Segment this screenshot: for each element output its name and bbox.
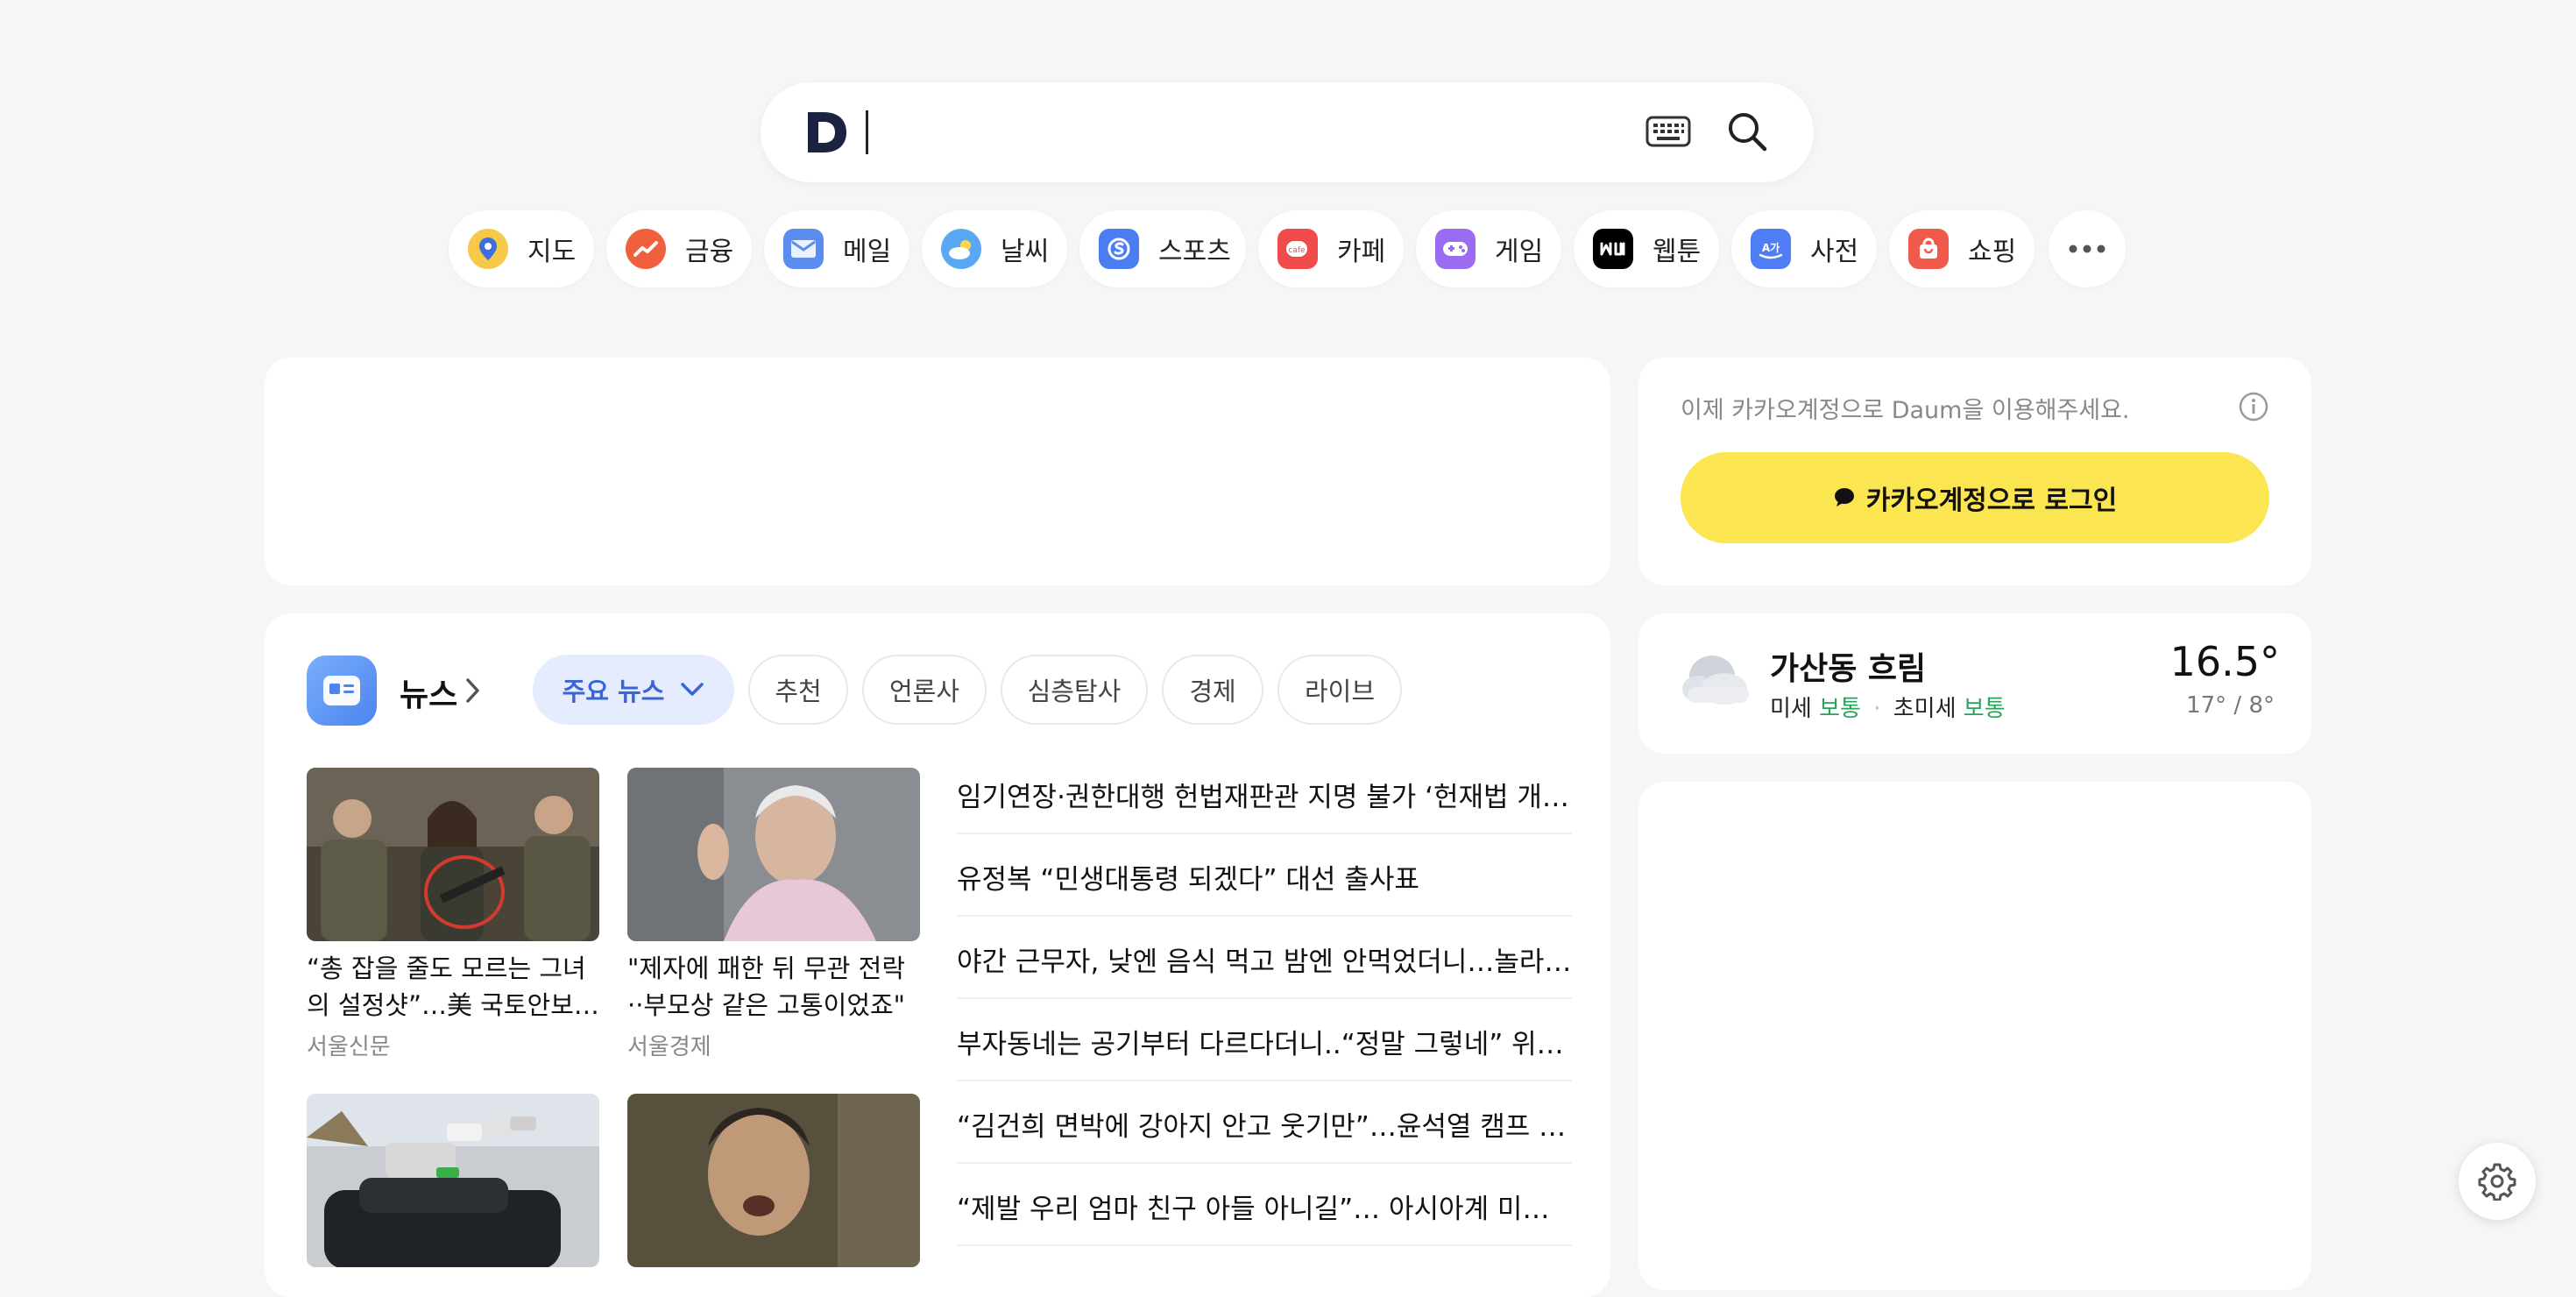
shortcut-game[interactable]: 게임 <box>1416 210 1561 287</box>
dictionary-icon: A가 <box>1751 229 1791 269</box>
weather-location: 가산동 흐림 <box>1770 651 1927 687</box>
search-bar[interactable] <box>761 82 1814 182</box>
gear-icon <box>2478 1163 2516 1201</box>
headline-divider <box>957 997 1572 999</box>
news-card-title-2[interactable]: "제자에 패한 뒤 무관 전락··부모상 같은 고통이었죠" <box>627 950 920 1024</box>
svg-text:cafe: cafe <box>1288 246 1306 255</box>
shortcut-label: 사전 <box>1810 237 1859 267</box>
news-card-title-1[interactable]: “총 잡을 줄도 모르는 그녀의 설정샷”…美 국토안보… <box>307 950 599 1024</box>
fine-dust-value: 보통 <box>1963 696 2006 722</box>
fine-dust-label: 초미세 <box>1893 696 1957 722</box>
chevron-down-icon <box>681 683 704 696</box>
info-icon[interactable] <box>2238 391 2269 422</box>
shortcut-label: 쇼핑 <box>1968 237 2017 267</box>
headline-2[interactable]: 유정복 “민생대통령 되겠다” 대선 출사표 <box>957 857 1572 897</box>
news-title-link[interactable]: 뉴스 <box>400 670 457 715</box>
shortcut-dictionary[interactable]: A가 사전 <box>1731 210 1877 287</box>
sports-icon <box>1099 229 1139 269</box>
shortcut-label: 게임 <box>1495 237 1544 267</box>
headline-5[interactable]: “김건희 면박에 강아지 안고 웃기만”…윤석열 캠프 대변인 회고 <box>957 1104 1572 1144</box>
shortcut-label: 지도 <box>527 237 577 267</box>
shortcut-label: 스포츠 <box>1158 237 1231 267</box>
headline-6[interactable]: “제발 우리 엄마 친구 아들 아니길”… 아시아계 미국인 병사 <box>957 1187 1572 1226</box>
search-input[interactable] <box>876 109 1616 158</box>
news-source-1: 서울신문 <box>307 1034 391 1060</box>
tab-label: 언론사 <box>888 677 960 706</box>
shortcut-map[interactable]: 지도 <box>449 210 594 287</box>
game-icon <box>1435 229 1476 269</box>
kakao-login-button[interactable]: 카카오계정으로 로그인 <box>1681 452 2269 543</box>
headline-1[interactable]: 임기연장·권한대행 헌법재판관 지명 불가 ‘헌재법 개정안’ 국회 통과 <box>957 775 1572 814</box>
tab-press[interactable]: 언론사 <box>862 655 987 725</box>
shortcut-mail[interactable]: 메일 <box>764 210 909 287</box>
shortcut-shopping[interactable]: 쇼핑 <box>1889 210 2035 287</box>
shortcut-sports[interactable]: 스포츠 <box>1079 210 1246 287</box>
chevron-right-icon[interactable] <box>464 677 482 705</box>
shortcut-label: 웹툰 <box>1652 237 1702 267</box>
tab-recommend[interactable]: 추천 <box>748 655 848 725</box>
tab-label: 주요 뉴스 <box>562 677 665 706</box>
settings-button[interactable] <box>2459 1143 2536 1220</box>
weather-icon <box>941 229 981 269</box>
svg-text:A가: A가 <box>1762 241 1780 254</box>
cafe-icon: cafe <box>1277 229 1318 269</box>
keyboard-icon[interactable] <box>1645 116 1691 147</box>
kakao-login-label: 카카오계정으로 로그인 <box>1865 485 2118 516</box>
search-icon[interactable] <box>1724 109 1770 154</box>
shortcut-label: 날씨 <box>1001 237 1050 267</box>
tab-main-news[interactable]: 주요 뉴스 <box>533 655 734 725</box>
more-dots-icon <box>2069 245 2105 253</box>
headline-divider <box>957 1080 1572 1081</box>
shortcut-weather[interactable]: 날씨 <box>922 210 1067 287</box>
news-photo-2[interactable] <box>627 768 920 941</box>
headline-divider <box>957 1244 1572 1246</box>
dust-label: 미세 <box>1770 696 1812 722</box>
banner-area <box>265 358 1610 585</box>
daum-logo-icon[interactable] <box>803 109 850 156</box>
tab-label: 라이브 <box>1304 677 1376 706</box>
news-photo-4[interactable] <box>627 1094 920 1267</box>
news-icon <box>307 656 377 726</box>
tab-live[interactable]: 라이브 <box>1277 655 1402 725</box>
weather-card[interactable]: 가산동 흐림 미세 보통 · 초미세 보통 16.5° 17° / 8° <box>1638 613 2311 754</box>
current-temperature: 16.5° <box>2169 638 2280 685</box>
finance-chart-icon <box>626 229 666 269</box>
speech-bubble-icon <box>1834 488 1854 507</box>
headline-divider <box>957 915 1572 917</box>
more-button[interactable] <box>2049 210 2126 287</box>
tab-label: 심층탐사 <box>1027 677 1122 706</box>
shopping-bag-icon <box>1908 229 1949 269</box>
shortcut-label: 카페 <box>1337 237 1386 267</box>
news-photo-3[interactable] <box>307 1094 599 1267</box>
cloud-icon <box>1682 656 1749 705</box>
news-card: 뉴스 주요 뉴스 추천 언론사 심층탐사 경제 라이브 “총 잡을 줄도 모르는… <box>265 613 1610 1297</box>
temperature-range: 17° / 8° <box>2186 692 2275 719</box>
tab-economy[interactable]: 경제 <box>1162 655 1263 725</box>
shortcut-label: 금융 <box>685 237 734 267</box>
map-pin-icon <box>468 229 508 269</box>
air-quality: 미세 보통 · 초미세 보통 <box>1770 691 2006 723</box>
webtoon-icon <box>1593 229 1633 269</box>
headline-divider <box>957 1162 1572 1164</box>
dust-value: 보통 <box>1819 696 1861 722</box>
headline-4[interactable]: 부자동네는 공기부터 다르다더니..“정말 그렇네” 위성사진 분석 <box>957 1022 1572 1061</box>
tab-label: 경제 <box>1189 677 1236 706</box>
tab-in-depth[interactable]: 심층탐사 <box>1001 655 1148 725</box>
separator-dot: · <box>1873 696 1881 722</box>
shortcut-label: 메일 <box>843 237 892 267</box>
tab-label: 추천 <box>775 677 822 706</box>
headline-3[interactable]: 야간 근무자, 낮엔 음식 먹고 밤엔 안먹었더니…놀라운 결과 <box>957 939 1572 979</box>
news-photo-1[interactable] <box>307 768 599 941</box>
login-card: 이제 카카오계정으로 Daum을 이용해주세요. 카카오계정으로 로그인 <box>1638 358 2311 585</box>
shortcut-cafe[interactable]: cafe 카페 <box>1258 210 1404 287</box>
shortcut-webtoon[interactable]: 웹툰 <box>1574 210 1719 287</box>
mail-icon <box>783 229 824 269</box>
text-caret <box>866 110 868 154</box>
headline-divider <box>957 833 1572 834</box>
side-content-card <box>1638 782 2311 1290</box>
news-source-2: 서울경제 <box>627 1034 711 1060</box>
shortcut-finance[interactable]: 금융 <box>606 210 752 287</box>
login-notice: 이제 카카오계정으로 Daum을 이용해주세요. <box>1681 397 2130 424</box>
